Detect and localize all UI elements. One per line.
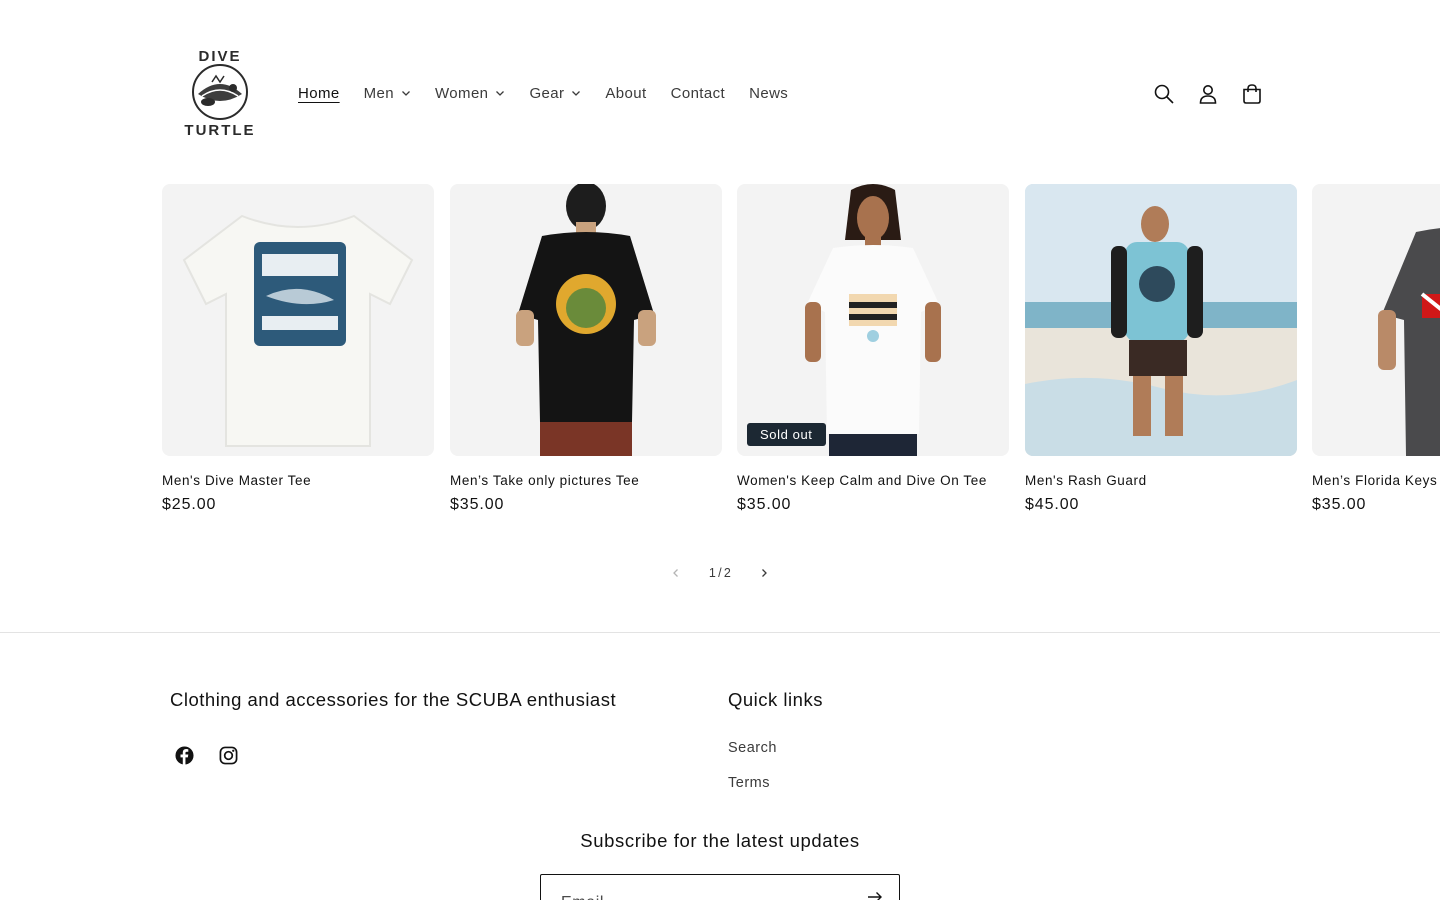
model-front-tshirt-image: [805, 184, 941, 456]
product-image-keep-calm-tee[interactable]: Sold out: [737, 184, 1009, 456]
nav-news[interactable]: News: [749, 85, 788, 102]
footer-tagline: Clothing and accessories for the SCUBA e…: [170, 689, 617, 710]
footer-divider: [0, 632, 1440, 633]
cart-icon: [1243, 84, 1261, 104]
product-image-take-only-pictures-tee[interactable]: [450, 184, 722, 456]
nav-home-label: Home: [298, 84, 340, 102]
product-title[interactable]: Men's Dive Master Tee: [162, 473, 434, 488]
beach-model-image: [1025, 184, 1297, 456]
nav-about[interactable]: About: [605, 85, 646, 102]
quick-link-terms[interactable]: Terms: [728, 772, 777, 807]
nav-men[interactable]: Men: [364, 85, 411, 102]
chevron-left-icon: [673, 569, 678, 577]
nav-contact[interactable]: Contact: [671, 85, 726, 102]
account-button[interactable]: [1186, 72, 1230, 116]
slider-total: 2: [723, 566, 732, 580]
product-card[interactable]: Men’s Take only pictures Tee $35.00: [450, 184, 722, 514]
slider-current: 1: [708, 566, 717, 580]
chevron-down-icon: [401, 88, 411, 98]
email-field[interactable]: [541, 875, 861, 900]
slider-prev-button[interactable]: [656, 557, 696, 589]
product-price: $35.00: [737, 496, 792, 513]
instagram-link[interactable]: [206, 737, 250, 773]
main-nav: Home Men Women Gear About Contact News: [298, 80, 812, 106]
tshirt-image: [182, 214, 414, 447]
product-price: $35.00: [450, 496, 505, 513]
slider-next-button[interactable]: [744, 557, 784, 589]
product-price: $25.00: [162, 496, 217, 513]
model-back-tshirt-image: [516, 184, 656, 456]
search-icon: [1154, 84, 1174, 104]
product-card[interactable]: Sold out Women's Keep Calm and Dive On T…: [737, 184, 1009, 514]
quick-links-list: Search Terms: [728, 737, 777, 807]
nav-home[interactable]: Home: [298, 85, 340, 102]
nav-women-label: Women: [435, 84, 489, 102]
social-links: [162, 737, 250, 773]
instagram-icon: [219, 746, 237, 764]
nav-gear[interactable]: Gear: [529, 85, 581, 102]
account-icon: [1199, 85, 1217, 104]
nav-about-label: About: [605, 84, 647, 102]
quick-link-search[interactable]: Search: [728, 737, 777, 772]
logo-text-bottom: TURTLE: [184, 122, 255, 139]
product-price: $45.00: [1025, 496, 1080, 513]
arrow-right-icon: [868, 892, 882, 900]
newsletter-heading: Subscribe for the latest updates: [580, 830, 860, 851]
slider-pagination: 1/2: [656, 557, 784, 589]
newsletter-form: [540, 874, 900, 900]
product-title[interactable]: Women's Keep Calm and Dive On Tee: [737, 473, 1009, 488]
product-price: $35.00: [1312, 496, 1367, 513]
product-image-dive-master-tee[interactable]: [162, 184, 434, 456]
slider-separator: /: [718, 566, 722, 580]
nav-contact-label: Contact: [670, 84, 726, 102]
logo-graphic: DIVE TURTLE: [184, 48, 255, 139]
product-image-rash-guard[interactable]: [1025, 184, 1297, 456]
chevron-down-icon: [495, 88, 505, 98]
product-title[interactable]: Men’s Take only pictures Tee: [450, 473, 722, 488]
header-actions: [1142, 72, 1274, 116]
product-card[interactable]: Men’s Florida Keys $35.00: [1312, 184, 1440, 514]
product-slider: Men's Dive Master Tee $25.00 Men’s Take …: [0, 184, 1440, 534]
product-title[interactable]: Men's Rash Guard: [1025, 473, 1297, 488]
search-button[interactable]: [1142, 72, 1186, 116]
nav-gear-label: Gear: [529, 84, 565, 102]
model-back-gray-tshirt-image: [1378, 228, 1440, 456]
quick-links-heading: Quick links: [728, 689, 823, 710]
site-header: DIVE TURTLE Home Men Women Gear About Co…: [0, 0, 1440, 184]
nav-men-label: Men: [363, 84, 395, 102]
nav-news-label: News: [749, 84, 789, 102]
product-image-florida-keys-tee[interactable]: [1312, 184, 1440, 456]
nav-women[interactable]: Women: [435, 85, 505, 102]
product-card[interactable]: Men's Rash Guard $45.00: [1025, 184, 1297, 514]
slider-counter: 1/2: [696, 566, 744, 580]
chevron-down-icon: [571, 88, 581, 98]
product-card[interactable]: Men's Dive Master Tee $25.00: [162, 184, 434, 514]
facebook-link[interactable]: [162, 737, 206, 773]
facebook-icon: [174, 745, 194, 765]
product-title[interactable]: Men’s Florida Keys: [1312, 473, 1440, 488]
dive-turtle-logo[interactable]: DIVE TURTLE: [178, 44, 262, 140]
chevron-right-icon: [762, 569, 767, 577]
cart-button[interactable]: [1230, 72, 1274, 116]
logo-text-top: DIVE: [198, 48, 241, 65]
sold-out-badge: Sold out: [747, 423, 826, 446]
newsletter-submit-button[interactable]: [867, 889, 887, 900]
